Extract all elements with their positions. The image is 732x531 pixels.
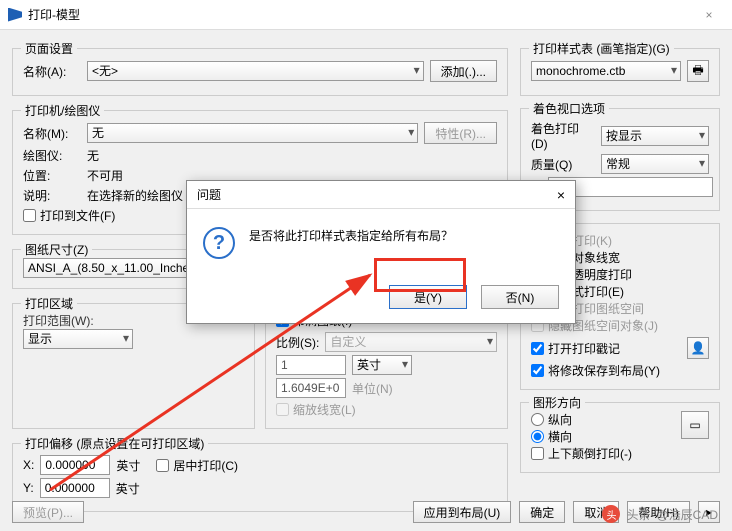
- printer-props-button[interactable]: 特性(R)...: [424, 122, 497, 144]
- window-close-button[interactable]: ×: [694, 8, 724, 22]
- center-checkbox[interactable]: 居中打印(C): [156, 457, 238, 474]
- scale-num-input[interactable]: [276, 355, 346, 375]
- plotter-label: 绘图仪:: [23, 147, 81, 164]
- dialog-yes-button[interactable]: 是(Y): [389, 285, 467, 309]
- shade-label: 着色打印(D): [531, 120, 595, 151]
- dialog-message: 是否将此打印样式表指定给所有布局？: [249, 227, 453, 244]
- area-title: 打印区域: [21, 295, 77, 312]
- y-input[interactable]: [40, 478, 110, 498]
- viewport-title: 着色视口选项: [529, 100, 609, 117]
- question-icon: ?: [203, 227, 235, 259]
- edit-style-button[interactable]: 🖶: [687, 60, 709, 82]
- denom-unit-label: 单位(N): [352, 380, 393, 397]
- apply-layout-button[interactable]: 应用到布局(U): [413, 501, 512, 523]
- printer-title: 打印机/绘图仪: [21, 102, 104, 119]
- dialog-title: 问题: [197, 186, 557, 203]
- watermark-brand: 头条: [626, 506, 650, 523]
- orientation-group: 图形方向 纵向 横向 上下颠倒打印(-) ▭: [520, 402, 720, 473]
- scale-lw-checkbox[interactable]: 缩放线宽(L): [276, 401, 497, 418]
- app-logo-icon: [8, 8, 22, 22]
- quality-select[interactable]: 常规: [601, 154, 709, 174]
- ratio-select[interactable]: 自定义: [325, 332, 497, 352]
- x-label: X:: [23, 458, 34, 472]
- preview-button[interactable]: 预览(P)...: [12, 501, 84, 523]
- orientation-icon: ▭: [681, 411, 709, 439]
- desc-value: 在选择新的绘图仪: [87, 187, 183, 204]
- location-value: 不可用: [87, 167, 123, 184]
- offset-title: 打印偏移 (原点设置在可打印区域): [21, 435, 208, 452]
- stamp-settings-button[interactable]: 👤: [687, 337, 709, 359]
- page-setup-group: 页面设置 名称(A): <无> 添加(.)...: [12, 48, 508, 96]
- range-select[interactable]: 显示: [23, 329, 133, 349]
- ratio-label: 比例(S):: [276, 334, 319, 351]
- page-name-select[interactable]: <无>: [87, 61, 424, 81]
- add-page-button[interactable]: 添加(.)...: [430, 60, 497, 82]
- dialog-close-button[interactable]: ×: [557, 187, 565, 203]
- x-unit: 英寸: [116, 457, 140, 474]
- style-table-group: 打印样式表 (画笔指定)(G) monochrome.ctb 🖶: [520, 48, 720, 96]
- portrait-radio[interactable]: 纵向: [531, 411, 675, 428]
- quality-label: 质量(Q): [531, 156, 595, 173]
- dialog-no-button[interactable]: 否(N): [481, 285, 559, 309]
- watermark: 头 头条 @浩辰CAD: [602, 505, 718, 523]
- watermark-author: @浩辰CAD: [656, 506, 718, 523]
- x-input[interactable]: [40, 455, 110, 475]
- plotter-value: 无: [87, 147, 99, 164]
- page-setup-title: 页面设置: [21, 40, 77, 57]
- paper-title: 图纸尺寸(Z): [21, 241, 92, 258]
- orient-title: 图形方向: [529, 394, 585, 411]
- ok-button[interactable]: 确定: [519, 501, 565, 523]
- scale-denom-input[interactable]: [276, 378, 346, 398]
- stamp-checkbox[interactable]: 打开打印戳记: [531, 340, 681, 357]
- window-title: 打印-模型: [28, 6, 694, 23]
- style-table-select[interactable]: monochrome.ctb: [531, 61, 681, 81]
- printer-name-select[interactable]: 无: [87, 123, 418, 143]
- titlebar: 打印-模型 ×: [0, 0, 732, 30]
- desc-label: 说明:: [23, 187, 81, 204]
- style-table-title: 打印样式表 (画笔指定)(G): [529, 40, 674, 57]
- shade-select[interactable]: 按显示: [601, 126, 709, 146]
- y-label: Y:: [23, 481, 34, 495]
- printer-name-label: 名称(M):: [23, 125, 81, 142]
- watermark-icon: 头: [602, 505, 620, 523]
- page-name-label: 名称(A):: [23, 63, 81, 80]
- y-unit: 英寸: [116, 480, 140, 497]
- question-dialog: 问题 × ? 是否将此打印样式表指定给所有布局？ 是(Y) 否(N): [186, 180, 576, 324]
- scale-unit-select[interactable]: 英寸: [352, 355, 412, 375]
- savelayout-checkbox[interactable]: 将修改保存到布局(Y): [531, 362, 709, 379]
- location-label: 位置:: [23, 167, 81, 184]
- landscape-radio[interactable]: 横向: [531, 428, 675, 445]
- upside-checkbox[interactable]: 上下颠倒打印(-): [531, 445, 675, 462]
